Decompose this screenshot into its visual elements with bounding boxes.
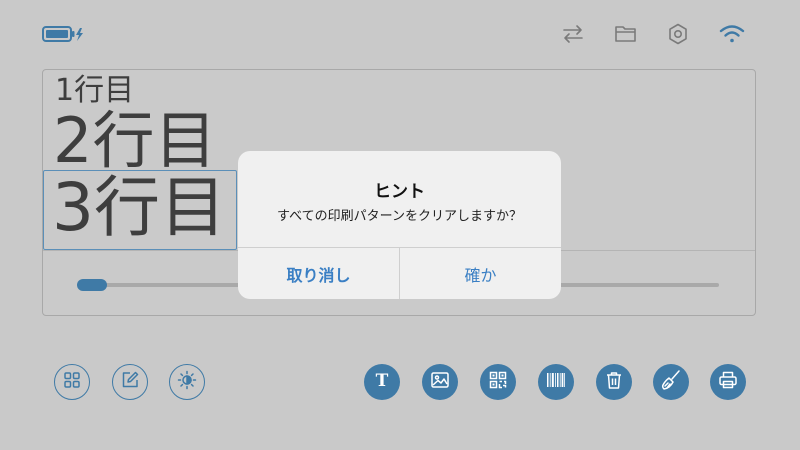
text-icon: T xyxy=(372,370,392,394)
grid-button[interactable] xyxy=(54,364,90,400)
barcode-icon xyxy=(545,371,567,393)
qr-code-icon xyxy=(488,370,508,394)
print-button[interactable] xyxy=(710,364,746,400)
brightness-button[interactable] xyxy=(169,364,205,400)
dialog-title: ヒント xyxy=(374,182,425,202)
clear-confirm-dialog: ヒント すべての印刷パターンをクリアしますか？ 取り消し 確か xyxy=(238,151,561,299)
trash-icon xyxy=(605,370,623,394)
text-line-1[interactable]: 1行目 xyxy=(55,76,134,106)
text-line-3[interactable]: 3行目 xyxy=(52,175,226,241)
svg-text:T: T xyxy=(376,371,389,390)
dialog-message: すべての印刷パターンをクリアしますか？ xyxy=(277,209,522,224)
print-icon xyxy=(718,370,738,394)
wifi-icon xyxy=(718,20,746,48)
add-barcode-button[interactable] xyxy=(538,364,574,400)
add-image-button[interactable] xyxy=(422,364,458,400)
add-text-button[interactable]: T xyxy=(364,364,400,400)
confirm-button[interactable]: 確か xyxy=(400,248,561,299)
broom-icon xyxy=(660,369,682,395)
edit-button[interactable] xyxy=(112,364,148,400)
swap-arrows-icon[interactable] xyxy=(559,20,587,48)
edit-icon xyxy=(121,371,139,393)
folder-icon[interactable] xyxy=(612,20,640,48)
grid-icon xyxy=(63,371,81,393)
clear-all-button[interactable] xyxy=(653,364,689,400)
settings-icon[interactable] xyxy=(664,20,692,48)
selected-text-box[interactable]: 3行目 xyxy=(43,170,237,250)
text-line-2[interactable]: 2行目 xyxy=(53,110,216,172)
cancel-button[interactable]: 取り消し xyxy=(238,248,399,299)
image-icon xyxy=(430,371,450,393)
scroll-slider-thumb[interactable] xyxy=(77,279,107,291)
brightness-icon xyxy=(177,370,197,394)
delete-button[interactable] xyxy=(596,364,632,400)
battery-charging-icon xyxy=(42,26,88,46)
status-bar xyxy=(0,0,800,68)
add-qr-code-button[interactable] xyxy=(480,364,516,400)
